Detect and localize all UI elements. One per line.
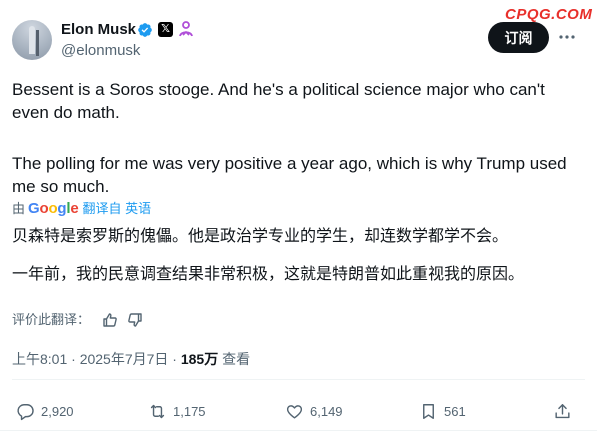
share-icon <box>555 403 570 418</box>
reply-button[interactable]: 2,920 <box>16 402 74 420</box>
google-logo-letter: G <box>28 200 40 217</box>
translation-attribution: 由 Google 翻译自 英语 <box>12 201 151 217</box>
tweet-text-paragraph: The polling for me was very positive a y… <box>12 154 567 196</box>
google-logo: Google <box>28 200 79 217</box>
timestamp[interactable]: 上午8:01 · 2025年7月7日 · <box>12 351 181 367</box>
more-options-icon[interactable] <box>558 28 576 46</box>
translated-text-paragraph: 贝森特是索罗斯的傀儡。他是政治学专业的学生，却连数学都学不会。 <box>12 228 509 245</box>
views-label: 查看 <box>218 351 251 367</box>
repost-icon <box>150 404 165 418</box>
repost-button[interactable]: 1,175 <box>148 402 206 420</box>
watermark-text: CPQG.COM <box>505 6 593 23</box>
rate-translation-label: 评价此翻译： <box>12 312 91 327</box>
divider <box>0 430 597 431</box>
repost-count: 1,175 <box>173 403 206 419</box>
affiliate-person-icon <box>179 21 193 37</box>
display-name[interactable]: Elon Musk <box>61 21 136 39</box>
like-button[interactable]: 6,149 <box>285 402 343 420</box>
bookmark-button[interactable]: 561 <box>419 402 466 420</box>
x-affiliation-badge-icon: 𝕏 <box>158 22 173 37</box>
launch-tower-graphic <box>36 30 39 56</box>
bookmark-icon <box>423 403 434 419</box>
share-button[interactable] <box>553 402 578 420</box>
avatar[interactable] <box>12 20 52 60</box>
thumbs-down-icon[interactable] <box>127 312 143 328</box>
rocket-graphic <box>29 26 35 54</box>
translated-from-link[interactable]: 翻译自 英语 <box>83 201 152 216</box>
reply-icon <box>17 403 34 420</box>
views-count: 185万 <box>180 351 219 367</box>
translated-by-label: 由 <box>12 201 26 216</box>
heart-icon <box>286 404 303 419</box>
verified-badge-icon <box>138 23 152 37</box>
divider <box>12 379 585 380</box>
subscribe-button[interactable]: 订阅 <box>488 22 549 53</box>
bookmark-count: 561 <box>444 403 466 419</box>
google-logo-letter: e <box>70 200 79 217</box>
tweet-text-paragraph: Bessent is a Soros stooge. And he's a po… <box>12 80 545 122</box>
like-count: 6,149 <box>310 403 343 419</box>
translated-text-paragraph: 一年前，我的民意调查结果非常积极，这就是特朗普如此重视我的原因。 <box>12 266 525 283</box>
user-handle[interactable]: @elonmusk <box>61 42 140 60</box>
reply-count: 2,920 <box>41 403 74 419</box>
tweet-meta: 上午8:01 · 2025年7月7日 · 185万 查看 <box>12 350 250 368</box>
thumbs-up-icon[interactable] <box>102 312 118 328</box>
